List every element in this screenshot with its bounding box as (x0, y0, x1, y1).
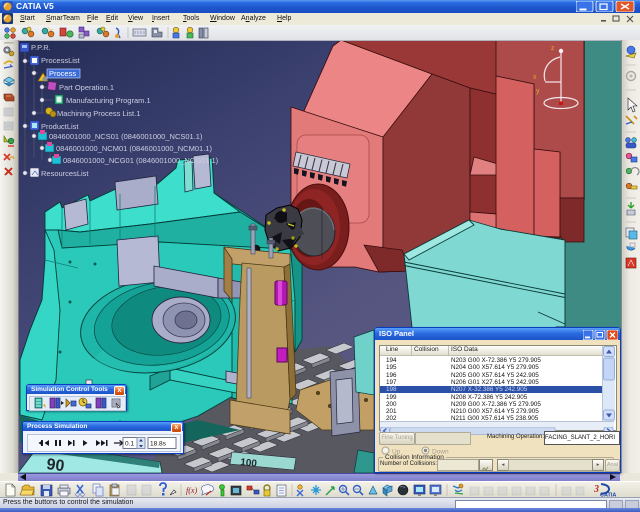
svg-text:Process: Process (49, 69, 76, 78)
svg-text:z: z (551, 45, 555, 52)
svg-text:x: x (533, 74, 537, 81)
svg-text:0846001000_NCM01 (0846001000_N: 0846001000_NCM01 (0846001000_NCM01.1) (56, 144, 212, 153)
svg-text:3: 3 (593, 484, 599, 495)
svg-text:0.1: 0.1 (125, 441, 134, 448)
svg-text:ProcessList: ProcessList (41, 56, 81, 65)
svg-text:Machining Process List.1: Machining Process List.1 (57, 109, 140, 118)
svg-text:90: 90 (46, 456, 66, 473)
svg-text:100: 100 (240, 457, 258, 470)
svg-text:Part Operation.1: Part Operation.1 (59, 83, 114, 92)
svg-text:ResourcesList: ResourcesList (41, 169, 89, 178)
svg-text:0846001000_NCS01 (0846001000_N: 0846001000_NCS01 (0846001000_NCS01.1) (49, 132, 203, 141)
svg-text:18.8s: 18.8s (150, 441, 167, 448)
svg-text:ProductList: ProductList (41, 122, 79, 131)
svg-text:P.P.R.: P.P.R. (31, 43, 51, 52)
svg-text:f(x): f(x) (186, 486, 197, 495)
svg-text:Manufacturing Program.1: Manufacturing Program.1 (66, 96, 151, 105)
svg-text:y: y (536, 88, 540, 95)
svg-text:0846001000_NCG01 (0846001000_N: 0846001000_NCG01 (0846001000_NCG01.1) (63, 156, 219, 165)
